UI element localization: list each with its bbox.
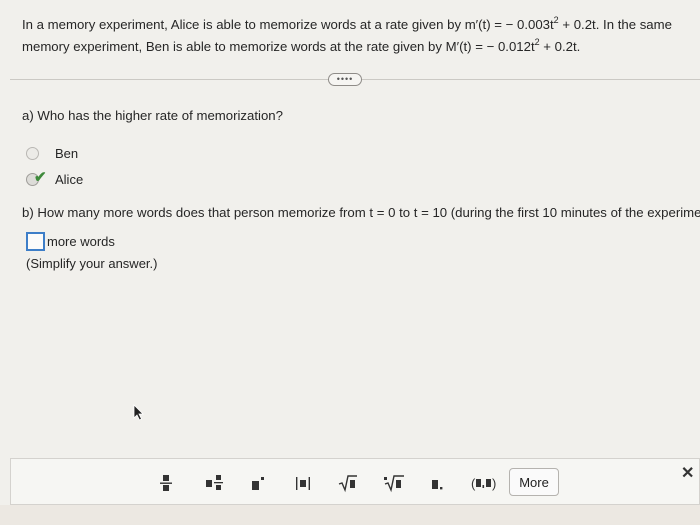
problem-line-2-end: + 0.2t. (539, 39, 581, 54)
square-root-tool[interactable] (333, 468, 363, 498)
svg-text:(: ( (471, 476, 476, 491)
problem-statement: In a memory experiment, Alice is able to… (22, 14, 692, 58)
nth-root-icon (384, 475, 404, 493)
fraction-tool[interactable] (151, 468, 181, 498)
option-label: Alice (55, 171, 84, 187)
answer-row: more words (26, 232, 115, 251)
fraction-icon (160, 475, 172, 491)
mixed-number-icon (206, 475, 223, 490)
answer-input[interactable] (26, 232, 45, 251)
absolute-value-tool[interactable] (288, 468, 318, 498)
radio-button-selected[interactable]: ✔ (26, 170, 47, 186)
ordered-pair-tool[interactable]: ( ) (467, 468, 501, 498)
close-icon[interactable]: ✕ (681, 463, 694, 483)
problem-line-2: memory experiment, Ben is able to memori… (22, 36, 692, 58)
problem-line-1: In a memory experiment, Alice is able to… (22, 14, 692, 36)
question-page: In a memory experiment, Alice is able to… (0, 0, 700, 525)
bottom-strip (0, 505, 700, 525)
mixed-number-tool[interactable] (200, 468, 230, 498)
mouse-cursor-icon (133, 404, 144, 421)
decimal-icon (432, 480, 443, 490)
simplify-hint: (Simplify your answer.) (26, 256, 158, 271)
decimal-tool[interactable] (423, 468, 453, 498)
radio-button[interactable] (26, 146, 39, 160)
checkmark-icon: ✔ (34, 168, 47, 186)
ordered-pair-icon: ( ) (471, 476, 496, 491)
problem-line-1-end: + 0.2t. In the same (558, 17, 672, 32)
more-tools-button[interactable]: More (509, 468, 559, 496)
answer-unit-label: more words (47, 234, 115, 249)
part-a-question: a) Who has the higher rate of memorizati… (22, 108, 283, 123)
part-b-question: b) How many more words does that person … (22, 205, 700, 220)
exponent-icon (252, 477, 264, 490)
math-input-toolbar: ( ) More ✕ (10, 458, 700, 505)
exponent-tool[interactable] (243, 468, 273, 498)
problem-line-1-text: In a memory experiment, Alice is able to… (22, 17, 554, 32)
option-ben[interactable]: Ben (26, 144, 78, 162)
svg-text:): ) (492, 476, 496, 491)
option-alice[interactable]: ✔ Alice (26, 170, 83, 188)
option-label: Ben (55, 145, 79, 161)
square-root-icon (338, 475, 357, 493)
problem-line-2-text: memory experiment, Ben is able to memori… (22, 39, 535, 54)
nth-root-tool[interactable] (379, 468, 409, 498)
absolute-value-icon (296, 477, 310, 490)
expand-more-button[interactable]: •••• (328, 73, 362, 86)
